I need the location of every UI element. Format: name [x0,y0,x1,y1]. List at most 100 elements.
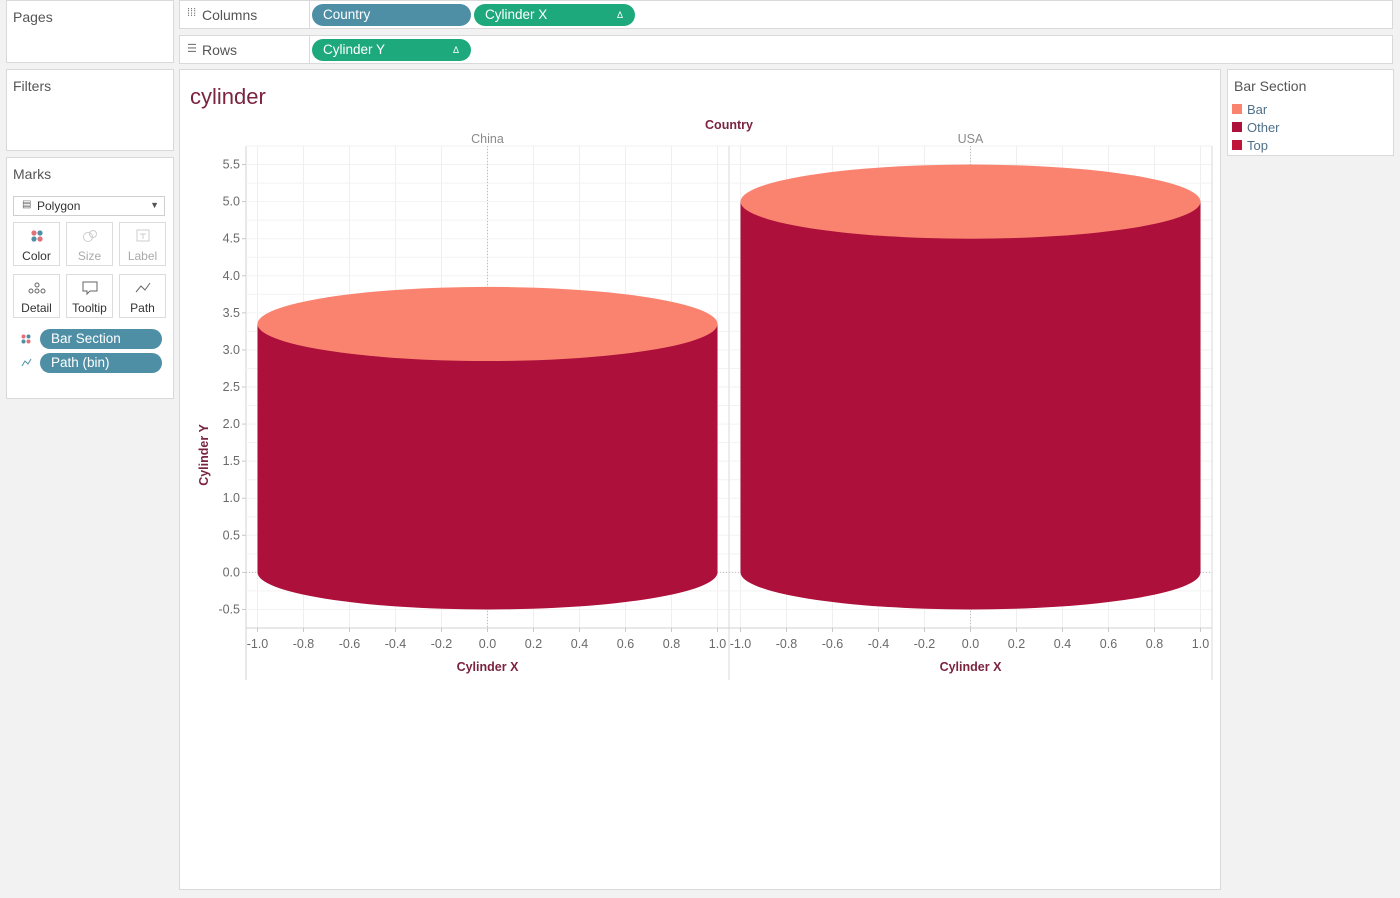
x-tick-label: 1.0 [709,637,726,651]
tooltip-button-label: Tooltip [72,301,107,315]
y-axis-title: Cylinder Y [197,424,211,486]
y-tick-label: -0.5 [218,602,240,616]
cylinder-body-usa [740,201,1201,610]
label-icon [120,223,165,249]
x-tick-label: 0.0 [479,637,496,651]
x-tick-label: -0.8 [776,637,798,651]
column-header-country: Country [705,118,753,132]
legend-item-label: Other [1247,120,1280,135]
y-tick-label: 5.5 [223,158,240,172]
columns-icon: ⁞⁞⁞ [187,7,197,19]
filters-title: Filters [13,78,52,94]
path-button-label: Path [130,301,155,315]
x-tick-label: -1.0 [247,637,269,651]
legend-item-label: Top [1247,138,1268,153]
y-tick-label: 1.5 [223,454,240,468]
size-button-label: Size [77,249,102,263]
columns-shelf-label: ⁞⁞⁞ Columns [180,1,310,28]
x-tick-label: -1.0 [730,637,752,651]
cylinder-y-pill[interactable]: Cylinder Y Δ [312,39,471,61]
y-tick-label: 0.5 [223,528,240,542]
legend-title: Bar Section [1234,78,1307,94]
x-tick-label: -0.2 [431,637,453,651]
worksheet-view[interactable]: cylinder Country Cylinder Y China -1.0 -0.… [179,69,1221,890]
x-tick-label: 0.6 [617,637,634,651]
detail-button[interactable]: Detail [13,274,60,318]
mark-type-dropdown[interactable]: ▤ Polygon ▼ [13,196,165,216]
marks-title: Marks [13,166,52,182]
legend-swatch [1232,140,1242,150]
x-tick-label: 0.4 [1054,637,1071,651]
legend-item-label: Bar [1247,102,1268,117]
marks-card: Marks ▤ Polygon ▼ Color Size Label Detai… [6,157,174,399]
y-tick-label: 1.0 [223,491,240,505]
cylinder-top-china [257,286,718,362]
path-icon [120,275,165,301]
x-tick-label: 0.8 [1146,637,1163,651]
y-tick-label: 0.0 [223,565,240,579]
columns-shelf[interactable]: ⁞⁞⁞ Columns Country Cylinder X Δ [179,0,1393,29]
cylinder-body-china [257,323,718,610]
chevron-down-icon[interactable]: ▼ [150,200,159,210]
view-title: cylinder [190,84,266,109]
color-button-label: Color [22,249,51,263]
plot-layer: China -1.0 -0.8 -0.6 -0.4 -0.2 0.0 0.2 0.4 0.6 0.8… [218,132,1213,680]
path-bin-field-pill[interactable]: Path (bin) [40,353,162,373]
size-button[interactable]: Size [66,222,113,266]
bar-section-field-pill[interactable]: Bar Section [40,329,162,349]
x-tick-label: 0.6 [1100,637,1117,651]
chart-svg[interactable]: cylinder Country Cylinder Y China -1.0 -0.… [180,70,1220,889]
bar-section-field-label: Bar Section [51,331,121,346]
y-tick-label: 4.5 [223,232,240,246]
x-tick-label: -0.6 [822,637,844,651]
mark-type-label: Polygon [37,199,81,213]
pages-card[interactable]: Pages [6,0,174,63]
rows-shelf[interactable]: ☰ Rows Cylinder Y Δ [179,35,1393,64]
tooltip-button[interactable]: Tooltip [66,274,113,318]
polygon-icon: ▤ [22,199,32,210]
label-button-label: Label [127,249,158,263]
y-tick-label: 2.5 [223,380,240,394]
filters-card[interactable]: Filters [6,69,174,151]
x-tick-label: -0.2 [914,637,936,651]
x-tick-label: -0.4 [868,637,890,651]
x-tick-label: 1.0 [1192,637,1209,651]
path-icon [21,358,32,371]
rows-label: Rows [202,42,238,58]
delta-icon: Δ [616,10,623,20]
x-tick-label: -0.6 [339,637,361,651]
pages-title: Pages [13,9,53,25]
tooltip-icon [67,275,112,301]
cylinder-y-pill-label: Cylinder Y [323,42,386,57]
y-tick-label: 2.0 [223,417,240,431]
country-header-label: China [471,132,504,146]
cylinder-x-pill-label: Cylinder X [485,7,548,22]
country-pill[interactable]: Country [312,4,471,26]
color-dots-icon [14,223,59,249]
delta-icon: Δ [452,45,459,55]
rows-icon: ☰ [187,43,197,55]
y-tick-label: 5.0 [223,195,240,209]
color-button[interactable]: Color [13,222,60,266]
path-bin-field-label: Path (bin) [51,355,110,370]
x-tick-label: 0.4 [571,637,588,651]
rows-shelf-label: ☰ Rows [180,36,310,63]
detail-icon [14,275,59,301]
x-axis-title: Cylinder X [457,660,519,674]
color-dots-icon [21,334,31,347]
legend-swatch [1232,104,1242,114]
legend-swatch [1232,122,1242,132]
country-header-label: USA [958,132,984,146]
cylinder-x-pill[interactable]: Cylinder X Δ [474,4,635,26]
size-icon [67,223,112,249]
path-button[interactable]: Path [119,274,166,318]
columns-label: Columns [202,7,258,23]
label-button[interactable]: Label [119,222,166,266]
color-legend: Bar Section Bar Other Top [1227,69,1394,156]
x-tick-label: 0.2 [1008,637,1025,651]
x-tick-label: 0.2 [525,637,542,651]
x-tick-label: -0.4 [385,637,407,651]
x-tick-label: 0.8 [663,637,680,651]
x-tick-label: 0.0 [962,637,979,651]
country-pill-label: Country [323,7,371,22]
